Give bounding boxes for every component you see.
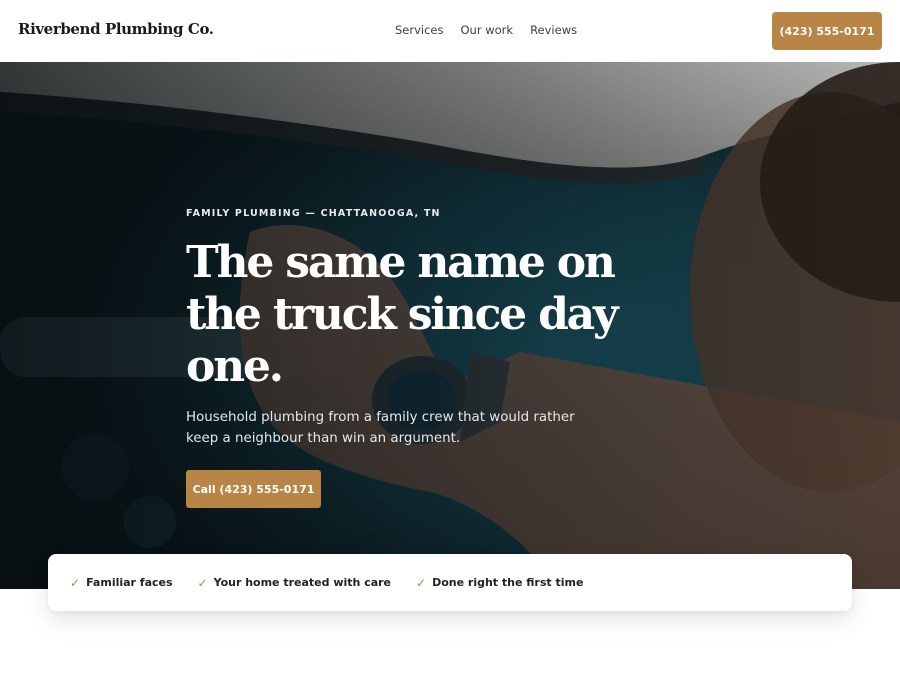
hero-content: FAMILY PLUMBING — CHATTANOOGA, TN The sa… <box>186 208 706 508</box>
trust-bar: ✓ Familiar faces ✓ Your home treated wit… <box>48 554 852 611</box>
header-call-button[interactable]: (423) 555-0171 <box>772 12 882 50</box>
hero-section: FAMILY PLUMBING — CHATTANOOGA, TN The sa… <box>0 62 900 589</box>
trust-item-familiar-faces: ✓ Familiar faces <box>70 576 173 590</box>
site-header: Riverbend Plumbing Co. Services Our work… <box>0 0 900 62</box>
main-nav: Services Our work Reviews <box>395 23 577 37</box>
hero-subtext: Household plumbing from a family crew th… <box>186 410 575 446</box>
nav-link-services[interactable]: Services <box>395 23 444 37</box>
nav-link-reviews[interactable]: Reviews <box>530 23 577 37</box>
trust-item-label: Done right the first time <box>432 576 584 589</box>
trust-item-done-right: ✓ Done right the first time <box>416 576 583 590</box>
trust-item-home-care: ✓ Your home treated with care <box>198 576 391 590</box>
check-icon: ✓ <box>197 575 208 590</box>
hero-eyebrow: FAMILY PLUMBING — CHATTANOOGA, TN <box>186 208 441 219</box>
hero-headline: The same name on the truck since day one… <box>186 237 619 392</box>
brand-logo[interactable]: Riverbend Plumbing Co. <box>18 20 214 38</box>
nav-link-our-work[interactable]: Our work <box>461 23 514 37</box>
trust-item-label: Familiar faces <box>86 576 173 589</box>
hero-call-button[interactable]: Call (423) 555-0171 <box>186 470 321 508</box>
check-icon: ✓ <box>70 575 81 590</box>
check-icon: ✓ <box>416 575 427 590</box>
trust-item-label: Your home treated with care <box>213 576 392 589</box>
